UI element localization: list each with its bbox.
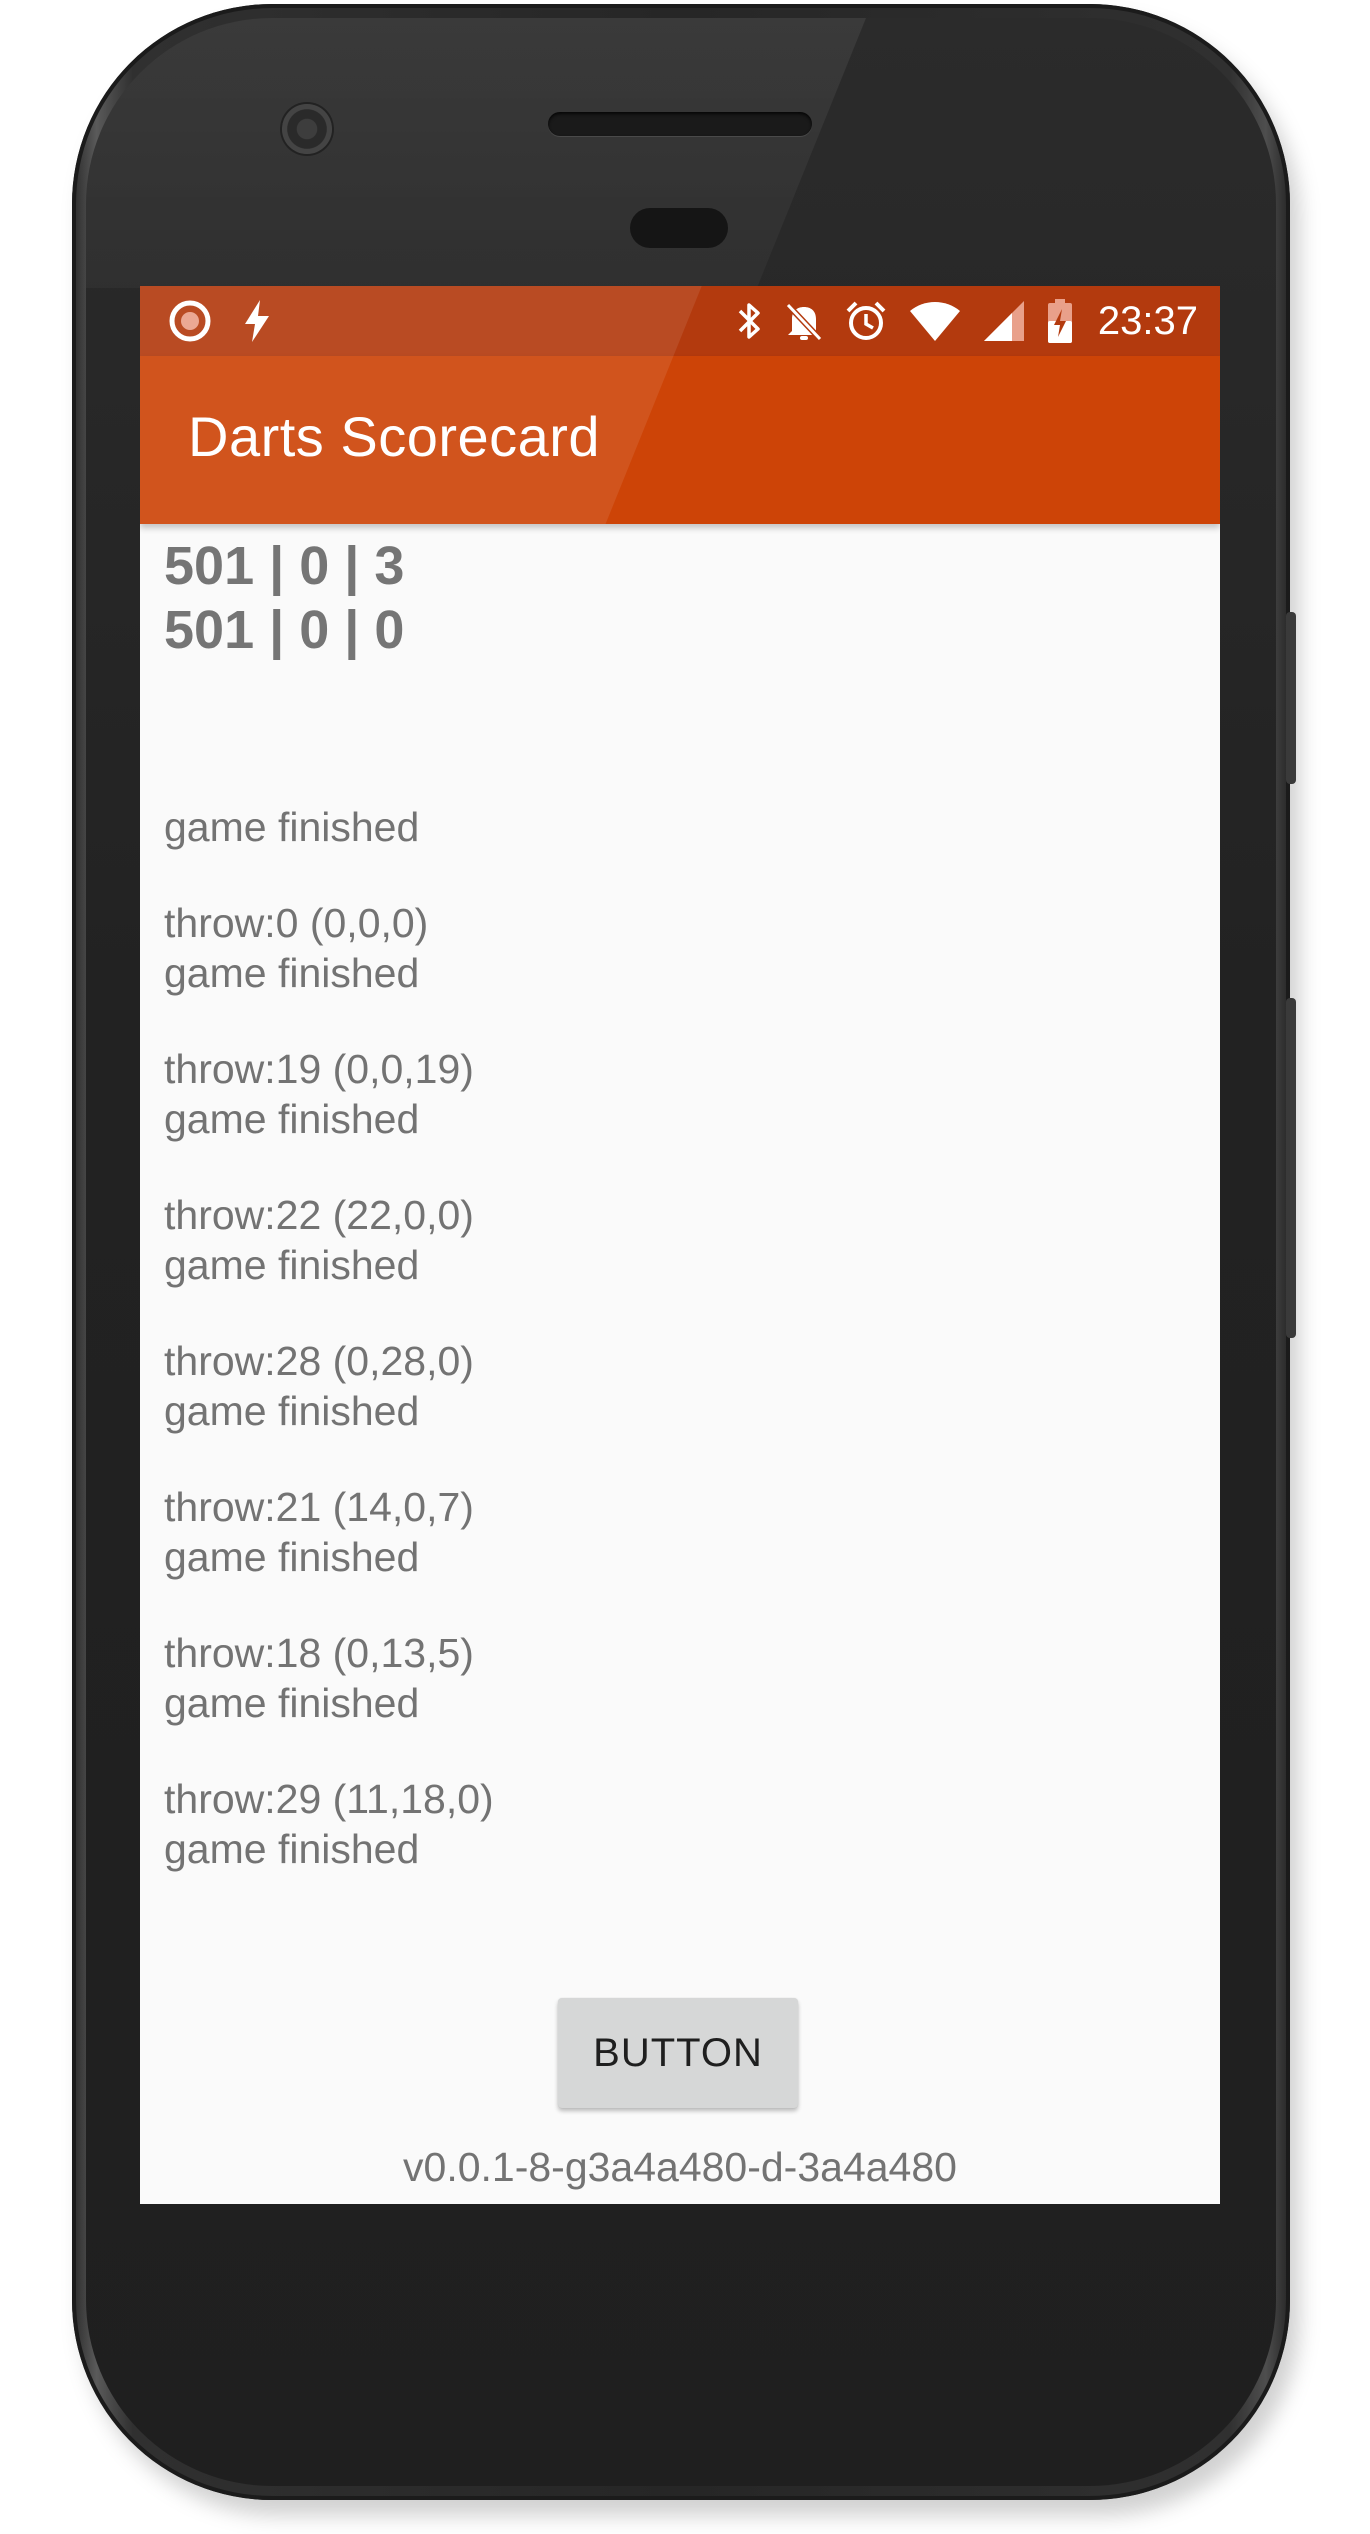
- battery-charging-icon: [1046, 297, 1074, 345]
- player-1-score: 501 | 0 | 3: [164, 536, 405, 596]
- front-camera: [282, 104, 332, 154]
- log-status: game finished: [164, 1826, 420, 1872]
- status-left-icons: [168, 298, 272, 344]
- app-bar: Darts Scorecard: [140, 356, 1220, 524]
- status-time: 23:37: [1097, 298, 1198, 343]
- status-bar: 23:37: [140, 286, 1220, 356]
- notifications-off-icon: [784, 299, 824, 343]
- log-status: game finished: [164, 1680, 420, 1726]
- wifi-icon: [908, 299, 962, 343]
- log-throw: throw:0 (0,0,0): [164, 900, 429, 946]
- log-entry: throw:29 (11,18,0) game finished: [164, 1774, 1196, 1874]
- log-entry: game finished: [164, 802, 1196, 852]
- version-label: v0.0.1-8-g3a4a480-d-3a4a480: [403, 2144, 957, 2190]
- earpiece-speaker: [548, 112, 812, 136]
- log-throw: throw:19 (0,0,19): [164, 1046, 474, 1092]
- record-icon: [168, 299, 212, 343]
- log-status: game finished: [164, 1096, 420, 1142]
- screen: 23:37 Darts Scorecard 501 | 0 | 3 501 | …: [140, 286, 1220, 2204]
- cell-signal-icon: [982, 299, 1026, 343]
- device-frame: 23:37 Darts Scorecard 501 | 0 | 3 501 | …: [0, 0, 1370, 2534]
- flash-icon: [242, 298, 272, 344]
- log-status: game finished: [164, 1388, 420, 1434]
- player-2-score: 501 | 0 | 0: [164, 600, 405, 660]
- log-status: game finished: [164, 1534, 420, 1580]
- app-title: Darts Scorecard: [188, 405, 601, 468]
- log-entry: throw:19 (0,0,19) game finished: [164, 1044, 1196, 1144]
- log-status: game finished: [164, 950, 420, 996]
- log-throw: throw:18 (0,13,5): [164, 1630, 474, 1676]
- volume-rocker[interactable]: [1286, 998, 1296, 1338]
- log-throw: throw:22 (22,0,0): [164, 1192, 474, 1238]
- log-status: game finished: [164, 804, 420, 850]
- action-button[interactable]: BUTTON: [558, 1998, 798, 2108]
- log-entry: throw:21 (14,0,7) game finished: [164, 1482, 1196, 1582]
- log-throw: throw:21 (14,0,7): [164, 1484, 474, 1530]
- log-throw: throw:28 (0,28,0): [164, 1338, 474, 1384]
- log-entry: throw:0 (0,0,0) game finished: [164, 898, 1196, 998]
- log-entry: throw:28 (0,28,0) game finished: [164, 1336, 1196, 1436]
- log-entry: throw:22 (22,0,0) game finished: [164, 1190, 1196, 1290]
- score-panel: 501 | 0 | 3 501 | 0 | 0: [164, 524, 1196, 662]
- power-button[interactable]: [1286, 612, 1296, 784]
- status-right-icons: 23:37: [736, 296, 1198, 346]
- bluetooth-icon: [736, 299, 764, 343]
- proximity-sensor: [630, 208, 728, 248]
- log-entry: throw:18 (0,13,5) game finished: [164, 1628, 1196, 1728]
- log-throw: throw:29 (11,18,0): [164, 1776, 494, 1822]
- log-status: game finished: [164, 1242, 420, 1288]
- throw-log: game finished throw:0 (0,0,0) game finis…: [164, 802, 1196, 1920]
- alarm-icon: [844, 299, 888, 343]
